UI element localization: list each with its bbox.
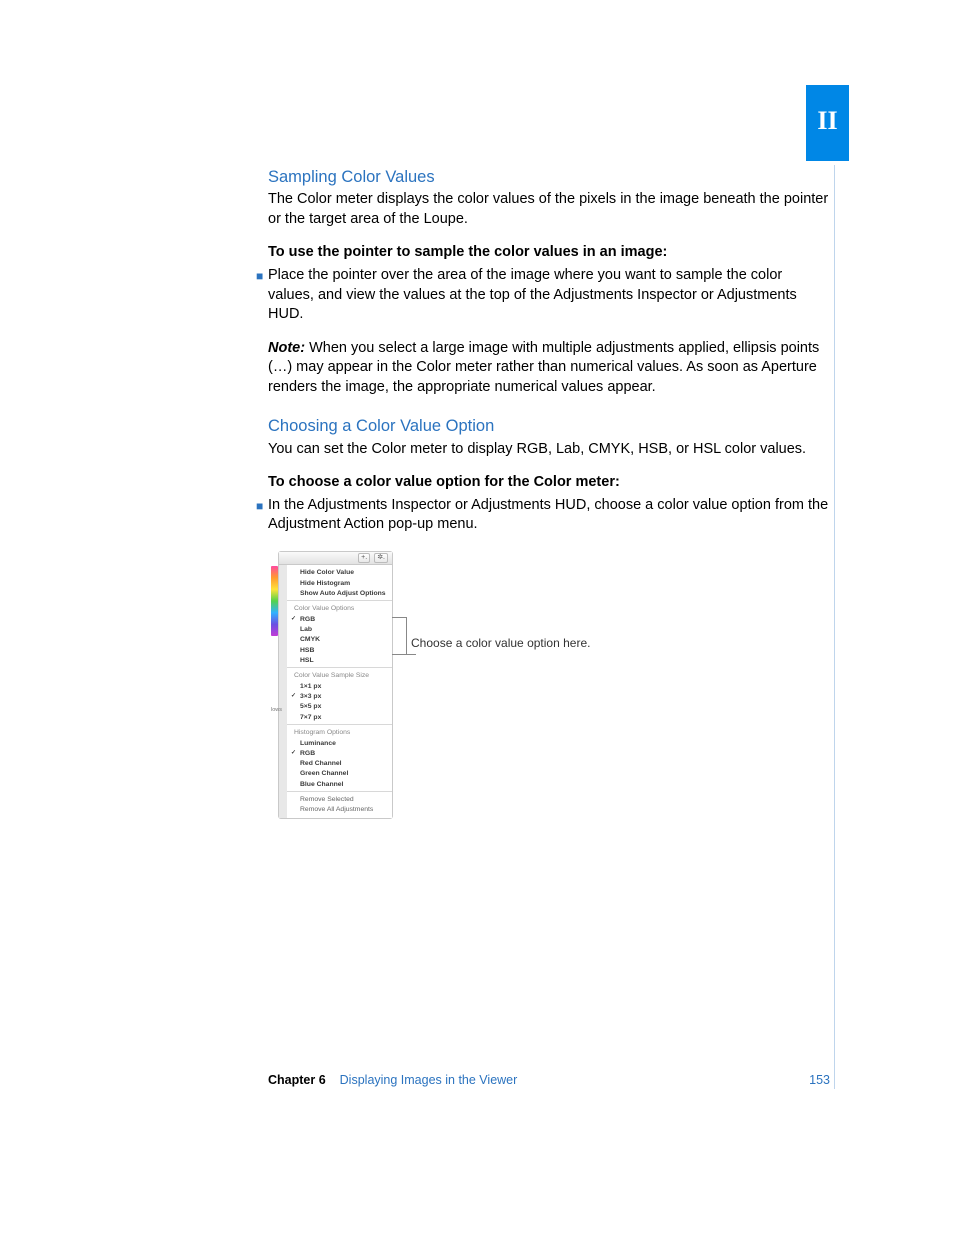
note-body: When you select a large image with multi… <box>268 340 819 395</box>
menu-item-blue-channel[interactable]: Blue Channel <box>290 779 389 789</box>
menu-separator <box>287 791 392 792</box>
bullet-icon: ■ <box>256 266 268 286</box>
footer-left: Chapter 6 Displaying Images in the Viewe… <box>268 1072 517 1089</box>
heading-choosing-color-value-option: Choosing a Color Value Option <box>268 415 830 437</box>
menu-item-1x1[interactable]: 1×1 px <box>290 682 389 692</box>
page-footer: Chapter 6 Displaying Images in the Viewe… <box>268 1072 830 1089</box>
adjustment-action-menu: +. ✲. lows Hide Color Value Hide Histogr… <box>278 551 393 819</box>
menu-heading-color-value-options: Color Value Options <box>290 603 389 614</box>
right-margin-rule <box>834 165 835 1089</box>
menu-item-remove-all[interactable]: Remove All Adjustments <box>290 804 389 814</box>
left-label: lows <box>271 707 282 714</box>
menu-item-hide-histogram[interactable]: Hide Histogram <box>290 578 389 588</box>
intro-paragraph-1: The Color meter displays the color value… <box>268 190 830 229</box>
bullet-text-1: Place the pointer over the area of the i… <box>268 266 830 325</box>
menu-item-hist-rgb[interactable]: RGB <box>290 749 389 759</box>
bullet-row-1: ■ Place the pointer over the area of the… <box>256 266 830 325</box>
menu-item-hsl[interactable]: HSL <box>290 655 389 665</box>
menu-item-green-channel[interactable]: Green Channel <box>290 769 389 779</box>
intro-paragraph-2: You can set the Color meter to display R… <box>268 440 830 460</box>
menu-item-7x7[interactable]: 7×7 px <box>290 712 389 722</box>
note-paragraph: Note: When you select a large image with… <box>268 339 830 398</box>
histogram-strip-icon <box>271 566 278 636</box>
note-label: Note: <box>268 340 305 356</box>
page-number: 153 <box>809 1072 830 1089</box>
add-adjustment-button[interactable]: +. <box>358 553 370 563</box>
menu-item-rgb[interactable]: RGB <box>290 615 389 625</box>
menu-item-5x5[interactable]: 5×5 px <box>290 702 389 712</box>
menu-item-hsb[interactable]: HSB <box>290 645 389 655</box>
chapter-title: Displaying Images in the Viewer <box>340 1072 518 1089</box>
menu-item-remove-selected[interactable]: Remove Selected <box>290 794 389 804</box>
menu-item-hide-color-value[interactable]: Hide Color Value <box>290 568 389 578</box>
bullet-text-2: In the Adjustments Inspector or Adjustme… <box>268 496 830 535</box>
menu-item-cmyk[interactable]: CMYK <box>290 635 389 645</box>
callout-text: Choose a color value option here. <box>411 635 590 651</box>
menu-item-show-auto-adjust[interactable]: Show Auto Adjust Options <box>290 588 389 598</box>
menu-separator <box>287 667 392 668</box>
menu-item-3x3[interactable]: 3×3 px <box>290 692 389 702</box>
callout: Choose a color value option here. <box>393 617 590 655</box>
menu-item-red-channel[interactable]: Red Channel <box>290 759 389 769</box>
menu-separator <box>287 600 392 601</box>
menu-item-lab[interactable]: Lab <box>290 625 389 635</box>
callout-bracket-icon <box>392 617 407 655</box>
part-label: II <box>817 103 837 138</box>
action-menu-button[interactable]: ✲. <box>374 553 388 563</box>
menu-item-luminance[interactable]: Luminance <box>290 738 389 748</box>
heading-sampling-color-values: Sampling Color Values <box>268 166 830 188</box>
part-tab: II <box>806 85 849 161</box>
panel-header: +. ✲. <box>279 552 392 565</box>
task-lead-1: To use the pointer to sample the color v… <box>268 243 830 263</box>
menu-body: lows Hide Color Value Hide Histogram Sho… <box>279 565 392 818</box>
bullet-row-2: ■ In the Adjustments Inspector or Adjust… <box>256 496 830 535</box>
menu-separator <box>287 724 392 725</box>
bullet-icon: ■ <box>256 496 268 516</box>
task-lead-2: To choose a color value option for the C… <box>268 473 830 493</box>
menu-heading-sample-size: Color Value Sample Size <box>290 670 389 681</box>
main-content: Sampling Color Values The Color meter di… <box>268 166 830 819</box>
figure-row: +. ✲. lows Hide Color Value Hide Histogr… <box>278 551 830 819</box>
chapter-label: Chapter 6 <box>268 1072 326 1089</box>
menu-heading-histogram-options: Histogram Options <box>290 727 389 738</box>
callout-stem-icon <box>406 654 416 655</box>
